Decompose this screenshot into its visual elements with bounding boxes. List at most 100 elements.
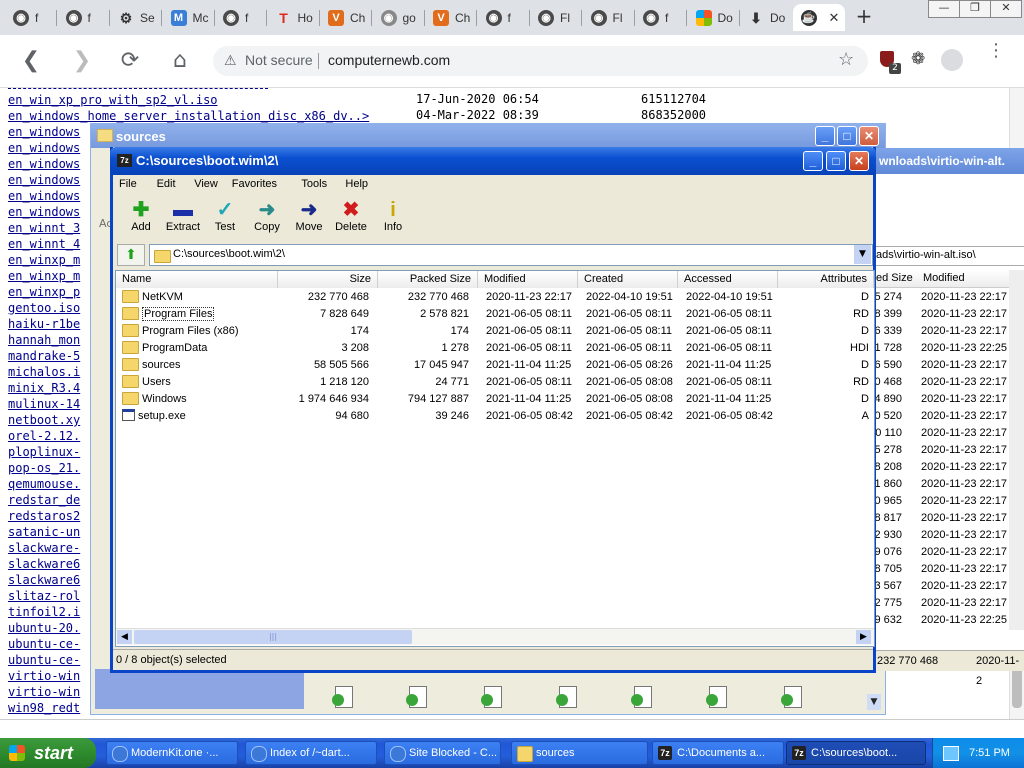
column-header-accessed[interactable]: Accessed (678, 271, 778, 288)
test-button[interactable]: ✓ Test (205, 199, 245, 233)
taskbar-task-1[interactable]: ModernKit.one ·... (106, 741, 238, 765)
new-tab-button[interactable]: + (852, 5, 876, 29)
zip-close-button[interactable]: ✕ (849, 151, 869, 171)
setup-file-icon[interactable] (631, 686, 653, 710)
setup-file-icon[interactable] (781, 686, 803, 710)
menu-favorites[interactable]: Favorites (232, 175, 277, 193)
back-row[interactable]: 26 590 2020-11-23 22:17 (868, 357, 1019, 374)
back-row[interactable]: 58 705 2020-11-23 22:17 (868, 561, 1019, 578)
listing-link[interactable]: tinfoil2.i (8, 605, 80, 619)
address-bar[interactable]: ⚠ Not secure computernewb.com ☆ (213, 46, 868, 76)
listing-link[interactable]: gentoo.iso (8, 301, 80, 315)
file-row[interactable]: Users 1 218 120 24 771 2021-06-05 08:11 2021… (116, 374, 871, 391)
up-folder-icon[interactable]: ⬆ (117, 244, 145, 266)
file-row[interactable]: setup.exe 94 680 39 246 2021-06-05 08:42 202… (116, 408, 871, 425)
sources-minimize-button[interactable]: _ (815, 126, 835, 146)
minimize-button[interactable]: — (928, 0, 960, 18)
browser-tab-5[interactable]: ◉ f (215, 4, 265, 31)
taskbar-task-2[interactable]: Index of /~dart... (245, 741, 377, 765)
listing-link[interactable]: michalos.i (8, 365, 80, 379)
listing-link[interactable]: en_windows (8, 141, 80, 155)
tab-close-icon[interactable]: ✕ (829, 10, 840, 26)
listing-link[interactable]: en_winnt_3 (8, 221, 80, 235)
sources-titlebar[interactable]: sources _ □ ✕ (91, 124, 885, 148)
forward-button[interactable]: ❯ (68, 47, 96, 75)
hscroll-thumb[interactable]: ||| (134, 630, 412, 644)
setup-file-icon[interactable] (706, 686, 728, 710)
start-button[interactable]: start (0, 738, 96, 768)
listing-link[interactable]: ubuntu-20. (8, 621, 80, 635)
taskbar-task-4[interactable]: sources (511, 741, 648, 765)
column-header-attributes[interactable]: Attributes (778, 271, 874, 288)
listing-link[interactable]: slackware6 (8, 573, 80, 587)
page-hscrollbar[interactable] (0, 719, 1024, 734)
taskbar-task-3[interactable]: Site Blocked - C... (384, 741, 501, 765)
delete-button[interactable]: ✖ Delete (331, 199, 371, 233)
file-row[interactable]: sources 58 505 566 17 045 947 2021-11-04 11… (116, 357, 871, 374)
listing-link[interactable]: en_winxp_m (8, 253, 80, 267)
listing-link[interactable]: en_winxp_m (8, 269, 80, 283)
browser-tab-9[interactable]: V Ch (425, 4, 475, 31)
menu-file[interactable]: File (119, 175, 137, 193)
browser-tab-3[interactable]: ⚙ Se (110, 4, 160, 31)
file-row[interactable]: Program Files 7 828 649 2 578 821 2021-06-0… (116, 306, 871, 323)
file-row[interactable]: NetKVM 232 770 468 232 770 468 2020-11-23 2… (116, 289, 871, 306)
back-row[interactable]: 49 632 2020-11-23 22:25 (868, 612, 1019, 629)
listing-link[interactable]: en_winnt_4 (8, 237, 80, 251)
back-row[interactable]: 18 817 2020-11-23 22:17 (868, 510, 1019, 527)
browser-tab-14[interactable]: Do (688, 4, 738, 31)
listing-link[interactable]: haiku-r1be (8, 317, 80, 331)
listing-link[interactable]: en_windows (8, 157, 80, 171)
taskbar-task-5[interactable]: 7z C:\Documents a... (652, 741, 784, 765)
back-row[interactable]: 32 775 2020-11-23 22:17 (868, 595, 1019, 612)
back-row[interactable]: 36 339 2020-11-23 22:17 (868, 323, 1019, 340)
listing-link[interactable]: minix_R3.4 (8, 381, 80, 395)
browser-tab-11[interactable]: ◉ Fl (530, 4, 580, 31)
setup-file-icon[interactable] (406, 686, 428, 710)
column-header-modified[interactable]: Modified (478, 271, 578, 288)
move-button[interactable]: ➜ Move (289, 199, 329, 233)
copy-button[interactable]: ➜ Copy (247, 199, 287, 233)
taskbar-task-6[interactable]: 7z C:\sources\boot... (786, 741, 926, 765)
browser-tab-7[interactable]: V Ch (320, 4, 370, 31)
bookmark-star-icon[interactable]: ☆ (838, 49, 854, 70)
listing-link[interactable]: en_windows (8, 189, 80, 203)
listing-link[interactable]: slackware6 (8, 557, 80, 571)
hscroll-left-icon[interactable]: ◀ (117, 630, 132, 644)
path-dropdown-chevron-icon[interactable]: ▼ (854, 245, 871, 264)
back-row[interactable]: 21 860 2020-11-23 22:17 (868, 476, 1019, 493)
close-button[interactable]: ✕ (990, 0, 1022, 18)
extensions-puzzle-icon[interactable]: ❁ (911, 49, 925, 69)
zip-maximize-button[interactable]: □ (826, 151, 846, 171)
back-row[interactable]: 70 468 2020-11-23 22:17 (868, 374, 1019, 391)
listing-link[interactable]: slitaz-rol (8, 589, 80, 603)
setup-file-icon[interactable] (332, 686, 354, 710)
listing-link[interactable]: orel-2.12. (8, 429, 80, 443)
listing-link[interactable]: win98_redt (8, 701, 80, 715)
sources-maximize-button[interactable]: □ (837, 126, 857, 146)
file-row[interactable]: Program Files (x86) 174 174 2021-06-05 08:1… (116, 323, 871, 340)
back-row[interactable]: 30 965 2020-11-23 22:17 (868, 493, 1019, 510)
back-row[interactable]: 99 076 2020-11-23 22:17 (868, 544, 1019, 561)
back-row[interactable]: 24 890 2020-11-23 22:17 (868, 391, 1019, 408)
browser-tab-8[interactable]: ◉ go (373, 4, 423, 31)
column-header-packed-size[interactable]: Packed Size (378, 271, 478, 288)
listing-link[interactable]: en_windows (8, 205, 80, 219)
listing-link[interactable]: en_winxp_p (8, 285, 80, 299)
path-combobox[interactable]: C:\sources\boot.wim\2\ ▼ (149, 244, 873, 266)
listing-link[interactable]: slackware- (8, 541, 80, 555)
zip-window[interactable]: 7z C:\sources\boot.wim\2\ _ □ ✕ File Edit… (110, 147, 876, 673)
menu-tools[interactable]: Tools (301, 175, 327, 193)
back-row[interactable]: 92 930 2020-11-23 22:17 (868, 527, 1019, 544)
listing-link[interactable]: ubuntu-ce- (8, 637, 80, 651)
listing-link[interactable]: pop-os_21. (8, 461, 80, 475)
listing-link[interactable]: redstaros2 (8, 509, 80, 523)
add-button[interactable]: ✚ Add (121, 199, 161, 233)
listing-link[interactable]: mulinux-14 (8, 397, 80, 411)
hscroll-right-icon[interactable]: ▶ (856, 630, 871, 644)
listing-link[interactable]: mandrake-5 (8, 349, 80, 363)
zip-minimize-button[interactable]: _ (803, 151, 823, 171)
zip-titlebar[interactable]: 7z C:\sources\boot.wim\2\ _ □ ✕ (110, 147, 876, 175)
sources-close-button[interactable]: ✕ (859, 126, 879, 146)
setup-file-icon[interactable] (556, 686, 578, 710)
